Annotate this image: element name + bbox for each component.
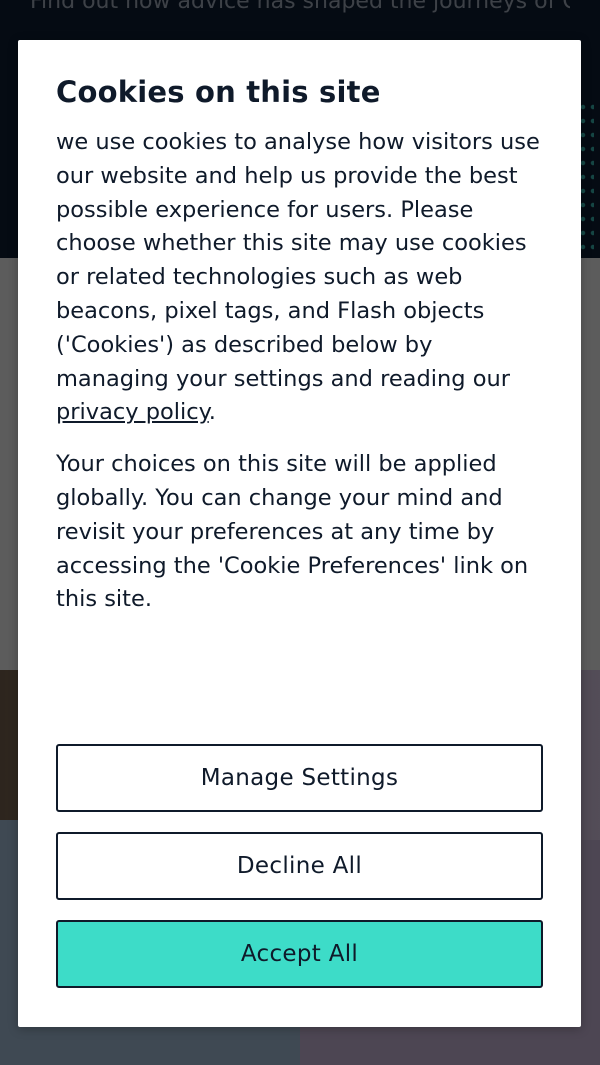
privacy-policy-link[interactable]: privacy policy <box>56 399 209 425</box>
cookie-consent-dialog: Cookies on this site we use cookies to a… <box>18 40 581 1027</box>
dialog-description: we use cookies to analyse how visitors u… <box>56 126 544 430</box>
decline-all-button[interactable]: Decline All <box>56 832 543 900</box>
dialog-title: Cookies on this site <box>56 75 381 109</box>
dialog-global-note: Your choices on this site will be applie… <box>56 451 529 613</box>
description-text: we use cookies to analyse how visitors u… <box>56 129 540 392</box>
description-end: . <box>208 399 216 426</box>
manage-settings-button[interactable]: Manage Settings <box>56 744 543 812</box>
accept-all-button[interactable]: Accept All <box>56 920 543 988</box>
